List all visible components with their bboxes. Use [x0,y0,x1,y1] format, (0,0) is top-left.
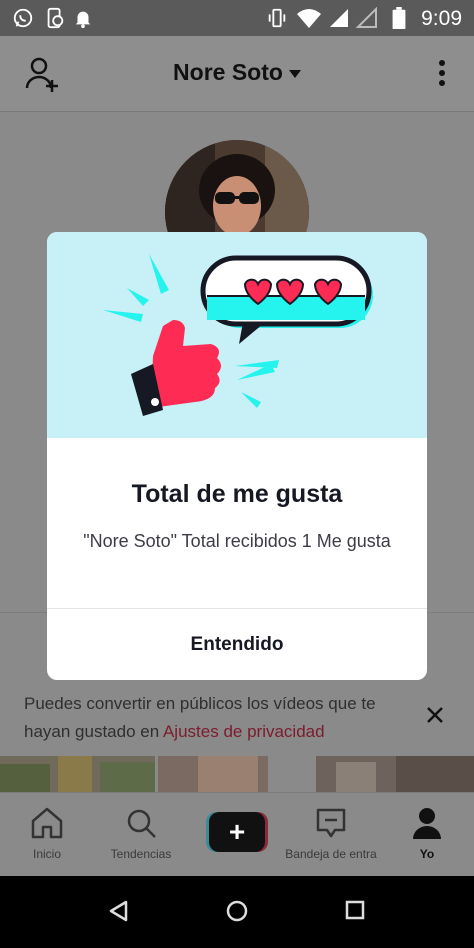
more-vertical-icon[interactable] [438,60,446,90]
video-thumbnail[interactable] [316,756,474,792]
dialog-title: Total de me gusta [131,480,343,508]
profile-username-dropdown[interactable]: Nore Soto [0,59,474,86]
wifi-icon [297,9,321,28]
privacy-notice: Puedes convertir en públicos los vídeos … [0,680,474,756]
chevron-down-icon [288,69,301,78]
search-icon [127,809,156,838]
profile-header: Nore Soto [0,36,474,112]
status-time: 9:09 [421,7,462,30]
vibrate-icon [268,8,286,28]
back-icon[interactable] [108,900,128,922]
video-thumbnail[interactable] [0,756,155,792]
profile-icon [413,808,441,839]
whatsapp-icon [13,8,33,28]
tab-profile[interactable]: Yo [380,793,474,877]
privacy-settings-link[interactable]: Ajustes de privacidad [163,722,325,741]
notification-bell-icon [75,11,91,29]
understood-button[interactable]: Entendido [47,609,427,680]
tab-trending-label: Tendencias [110,847,172,861]
tab-home[interactable]: Inicio [0,793,94,877]
no-signal-icon [356,7,377,28]
home-icon [31,807,63,839]
hearts-speech-bubble-icon [200,255,373,344]
battery-icon [392,7,406,29]
privacy-notice-text: Puedes convertir en públicos los vídeos … [24,690,414,746]
dialog-message: "Nore Soto" Total recibidos 1 Me gusta [83,531,391,551]
total-likes-dialog: Total de me gusta "Nore Soto" Total reci… [47,232,427,680]
recents-icon[interactable] [345,900,365,920]
signal-icon [330,9,348,27]
plus-icon: + [209,812,265,852]
tab-inbox[interactable]: Bandeja de entra [284,793,378,877]
close-icon[interactable] [426,706,444,724]
inbox-icon [316,808,346,838]
create-video-button[interactable]: + [206,812,268,852]
profile-username: Nore Soto [173,59,283,85]
phone-sync-icon [47,7,64,29]
likes-illustration [47,232,427,438]
liked-videos-grid [0,756,474,792]
tab-profile-label: Yo [419,847,435,861]
home-circle-icon[interactable] [226,900,248,922]
thumbs-up-icon [131,320,221,416]
video-thumbnail[interactable] [158,756,313,792]
system-navigation-bar [0,876,474,948]
status-bar: 9:09 [0,0,474,36]
tab-trending[interactable]: Tendencias [94,793,188,877]
